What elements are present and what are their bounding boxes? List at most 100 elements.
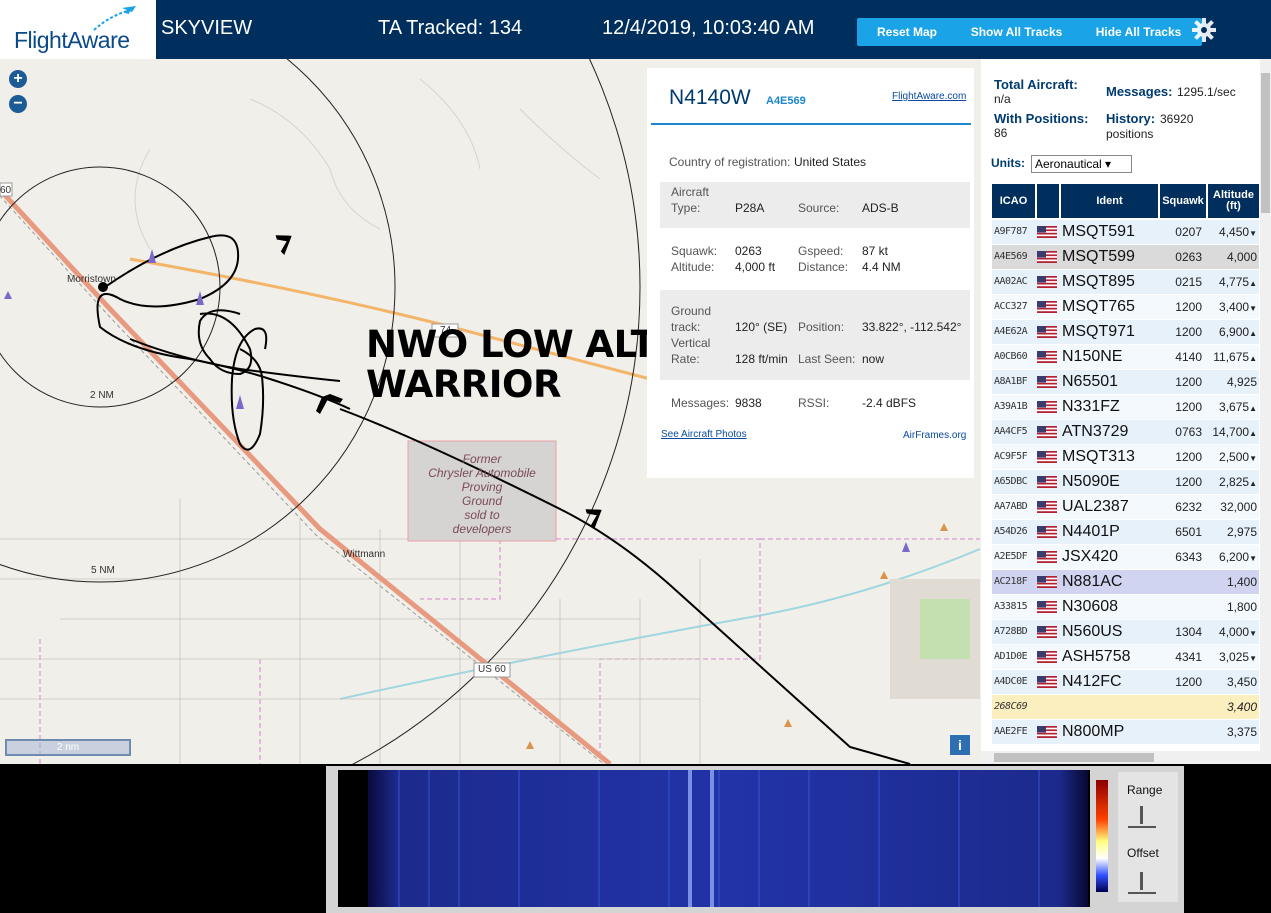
us-flag-icon <box>1037 726 1057 738</box>
aircraft-hex[interactable]: A4E569 <box>766 95 806 107</box>
us-flag-icon <box>1037 426 1057 438</box>
with-positions-value: 86 <box>994 126 1008 140</box>
table-row[interactable]: A33815 N30608 1,800 <box>992 595 1259 619</box>
table-row[interactable]: A39A1B N331FZ 1200 3,675▲ <box>992 395 1259 419</box>
row-icao: AD1D0E <box>994 651 1028 662</box>
show-all-tracks-button[interactable]: Show All Tracks <box>950 18 1083 46</box>
row-icao: AC218F <box>994 576 1028 587</box>
sidebar-vertical-scrollbar[interactable] <box>1260 59 1271 764</box>
row-altitude-value: 4,000 <box>1219 625 1250 639</box>
range-slider[interactable] <box>1128 806 1156 828</box>
waterfall-streak <box>958 770 960 907</box>
row-flag <box>1037 570 1059 594</box>
col-squawk[interactable]: Squawk <box>1160 184 1206 218</box>
zoom-out-button[interactable]: − <box>9 95 27 113</box>
row-altitude: 4,925 <box>1207 370 1257 394</box>
row-squawk: 4140 <box>1175 350 1202 364</box>
col-altitude[interactable]: Altitude (ft) <box>1208 184 1259 218</box>
altitude-trend-icon: ▲ <box>1249 429 1257 438</box>
row-ident: N4401P <box>1062 523 1120 540</box>
row-squawk: 1200 <box>1175 375 1202 389</box>
row-altitude-value: 2,500 <box>1219 450 1250 464</box>
aircraft-photos-link[interactable]: See Aircraft Photos <box>661 429 747 440</box>
row-squawk <box>1158 720 1206 744</box>
airframes-link[interactable]: AirFrames.org <box>903 430 966 441</box>
row-flag <box>1037 695 1059 719</box>
table-row[interactable]: AA7ABD UAL2387 6232 32,000 <box>992 495 1259 519</box>
row-squawk: 6232 <box>1175 500 1202 514</box>
row-altitude-value: 3,400 <box>1219 300 1250 314</box>
settings-gear-icon[interactable] <box>1190 16 1218 44</box>
row-altitude: 2,500▼ <box>1207 445 1257 469</box>
offset-slider[interactable] <box>1128 872 1156 894</box>
waterfall-streak <box>688 770 692 907</box>
table-row[interactable]: A4DC0E N412FC 1200 3,450 <box>992 670 1259 694</box>
table-row[interactable]: A54D26 N4401P 6501 2,975 <box>992 520 1259 544</box>
table-row[interactable]: A9F787 MSQT591 0207 4,450▼ <box>992 220 1259 244</box>
table-row[interactable]: AC9F5F MSQT313 1200 2,500▼ <box>992 445 1259 469</box>
us-flag-icon <box>1037 476 1057 488</box>
country-value: United States <box>794 155 867 169</box>
waterfall-spectrum <box>338 770 1090 907</box>
hide-all-tracks-button[interactable]: Hide All Tracks <box>1075 18 1202 46</box>
altitude-trend-icon: ▲ <box>1249 329 1257 338</box>
col-flag[interactable] <box>1037 184 1059 218</box>
flightaware-link[interactable]: FlightAware.com <box>892 91 966 102</box>
offset-slider-handle[interactable] <box>1140 872 1143 890</box>
row-flag <box>1037 520 1059 544</box>
ground-track-value: 120° (SE) <box>735 320 788 334</box>
row-ident: N560US <box>1062 623 1123 640</box>
row-icao: AAE2FE <box>994 726 1028 737</box>
us-flag-icon <box>1037 501 1057 513</box>
row-altitude-value: 11,675 <box>1213 350 1250 364</box>
table-row[interactable]: AAE2FE N800MP 3,375 <box>992 720 1259 744</box>
row-altitude: 4,000▼ <box>1207 620 1257 644</box>
table-row[interactable]: AA4CF5 ATN3729 0763 14,700▲ <box>992 420 1259 444</box>
logo-text: FlightAware <box>14 27 130 53</box>
us-flag-icon <box>1037 251 1057 263</box>
table-row[interactable]: AA02AC MSQT895 0215 4,775▲ <box>992 270 1259 294</box>
table-row[interactable]: A2E5DF JSX420 6343 6,200▼ <box>992 545 1259 569</box>
table-row[interactable]: A65DBC N5090E 1200 2,825▲ <box>992 470 1259 494</box>
row-altitude-value: 6,200 <box>1219 550 1250 564</box>
units-select[interactable]: Aeronautical ▾ <box>1031 155 1132 173</box>
flightaware-logo[interactable]: FlightAware <box>0 0 156 59</box>
table-row[interactable]: AC218F N881AC 1,400 <box>992 570 1259 594</box>
route-60-label: 60 <box>0 185 12 196</box>
table-row[interactable]: A8A1BF N65501 1200 4,925 <box>992 370 1259 394</box>
col-icao[interactable]: ICAO <box>992 184 1035 218</box>
zoom-in-button[interactable]: + <box>9 70 27 88</box>
annotation-line-2: WARRIOR <box>366 363 561 406</box>
position-label: Position: <box>798 320 845 334</box>
waterfall-streak <box>718 770 720 907</box>
table-row[interactable]: A728BD N560US 1304 4,000▼ <box>992 620 1259 644</box>
scroll-h-thumb[interactable] <box>994 753 1154 762</box>
site-line-6: developers <box>452 522 512 536</box>
row-ident: N331FZ <box>1062 398 1120 415</box>
vertical-rate-label-2: Rate: <box>671 352 700 366</box>
table-row[interactable]: 268C69 3,400 <box>992 695 1259 719</box>
scroll-thumb[interactable] <box>1261 73 1270 213</box>
reset-map-button[interactable]: Reset Map <box>857 18 957 46</box>
table-row[interactable]: A4E62A MSQT971 1200 6,900▲ <box>992 320 1259 344</box>
table-row[interactable]: AD1D0E ASH5758 4341 3,025▼ <box>992 645 1259 669</box>
app-title: SKYVIEW <box>161 17 253 39</box>
waterfall-streak <box>428 770 430 907</box>
altitude-trend-icon: ▼ <box>1249 554 1257 563</box>
history-unit: positions <box>1106 127 1154 141</box>
row-icao: AA02AC <box>994 276 1028 287</box>
table-row[interactable]: A0CB60 N150NE 4140 11,675▲ <box>992 345 1259 369</box>
col-ident[interactable]: Ident <box>1061 184 1158 218</box>
range-slider-handle[interactable] <box>1140 806 1143 824</box>
table-row[interactable]: ACC327 MSQT765 1200 3,400▼ <box>992 295 1259 319</box>
sidebar-horizontal-scrollbar[interactable] <box>981 751 1260 764</box>
squawk-value: 0263 <box>735 244 762 258</box>
row-altitude: 3,025▼ <box>1207 645 1257 669</box>
table-row[interactable]: A4E569 MSQT599 0263 4,000 <box>992 245 1259 269</box>
row-icao: A33815 <box>994 601 1028 612</box>
waterfall-streak <box>458 770 460 907</box>
wittmann-label: Wittmann <box>343 549 386 560</box>
row-squawk: 1200 <box>1175 400 1202 414</box>
altitude-trend-icon: ▼ <box>1249 654 1257 663</box>
map-info-button[interactable]: i <box>950 735 970 755</box>
